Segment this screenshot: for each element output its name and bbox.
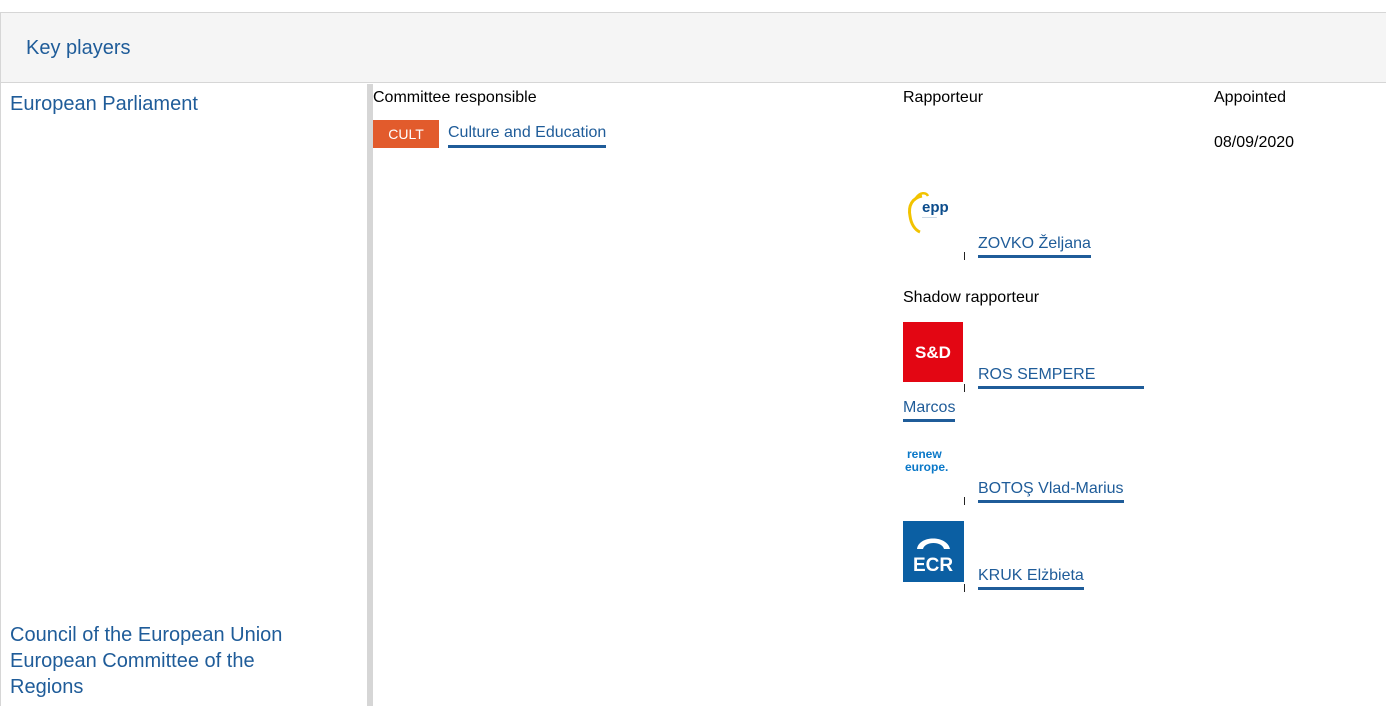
svg-text:───────: ─────── <box>921 215 938 219</box>
shadow-1-link-line2[interactable]: Marcos <box>903 397 956 422</box>
shadow-2-marker <box>964 497 965 505</box>
key-players-panel: Key players European Parliament Council … <box>0 12 1386 706</box>
appointed-date: 08/09/2020 <box>1214 134 1295 151</box>
column-header-committee: Committee responsible <box>373 89 537 106</box>
rapporteur-marker <box>964 252 965 260</box>
committee-code-badge: CULT <box>373 120 439 148</box>
epp-logo-text: epp <box>922 199 949 216</box>
panel-title: Key players <box>26 37 131 59</box>
shadow-1-link-line1[interactable]: ROS SEMPERE <box>978 364 1144 389</box>
column-header-appointed: Appointed <box>1214 89 1287 106</box>
sd-logo-icon: S&D <box>903 322 963 382</box>
renew-logo-line1: renew <box>907 447 942 461</box>
sd-logo-text: S&D <box>915 343 951 362</box>
shadow-2-link[interactable]: BOTOŞ Vlad-Marius <box>978 478 1124 503</box>
column-header-rapporteur: Rapporteur <box>903 89 984 106</box>
ecr-logo-icon: ECR <box>903 521 964 582</box>
shadow-3-link[interactable]: KRUK Elżbieta <box>978 565 1084 590</box>
committee-link[interactable]: Culture and Education <box>448 122 607 148</box>
institution-council[interactable]: Council of the European Union <box>10 622 282 648</box>
institution-committee-regions-line2: Regions <box>10 676 84 698</box>
shadow-1-marker <box>964 384 965 392</box>
renew-europe-logo-icon: renew europe. <box>903 434 965 496</box>
institution-committee-regions[interactable]: European Committee of the Regions <box>10 648 255 700</box>
institution-committee-regions-line1: European Committee of the <box>10 650 255 672</box>
epp-logo-icon: epp ─────── <box>902 186 964 248</box>
shadow-rapporteur-label: Shadow rapporteur <box>903 289 1040 306</box>
shadow-3-marker <box>964 584 965 592</box>
rapporteur-link[interactable]: ZOVKO Željana <box>978 233 1091 258</box>
panel-header: Key players <box>1 13 1386 83</box>
institution-european-parliament[interactable]: European Parliament <box>10 91 198 117</box>
renew-logo-line2: europe. <box>905 460 948 474</box>
ecr-logo-text: ECR <box>913 555 953 576</box>
institutions-column: European Parliament Council of the Europ… <box>1 84 373 706</box>
